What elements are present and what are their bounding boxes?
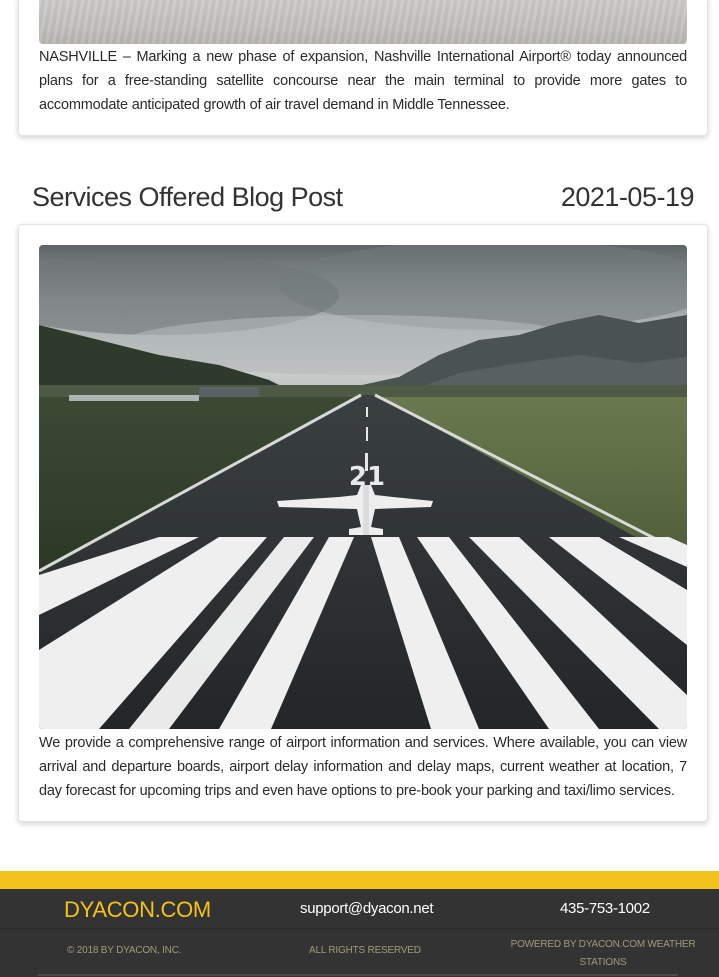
post-excerpt: NASHVILLE – Marking a new phase of expan… [39, 49, 687, 113]
site-footer: DYACON.COM support@dyacon.net 435-753-10… [0, 889, 719, 977]
footer-copyright: © 2018 BY DYACON, INC. [67, 945, 182, 956]
footer-powered-by[interactable]: POWERED BY DYACON.COM WEATHER STATIONS [510, 936, 696, 972]
footer-email-link[interactable]: support@dyacon.net [300, 900, 434, 917]
footer-divider [38, 974, 678, 976]
post-image[interactable] [39, 0, 687, 44]
post-date: 2021-05-19 [560, 182, 695, 212]
post-card: 21 We provide a comprehensive range of a… [18, 224, 708, 822]
post-image[interactable]: 21 [39, 245, 687, 729]
footer-legal-row: © 2018 BY DYACON, INC. ALL RIGHTS RESERV… [0, 929, 719, 977]
footer-contact-row: DYACON.COM support@dyacon.net 435-753-10… [0, 889, 719, 929]
post-header: Services Offered Blog Post 2021-05-19 [32, 180, 695, 220]
post-excerpt: We provide a comprehensive range of airp… [39, 735, 687, 799]
post-card: NASHVILLE – Marking a new phase of expan… [18, 0, 708, 136]
post-title[interactable]: Services Offered Blog Post [32, 182, 343, 213]
footer-accent-bar [0, 871, 719, 889]
footer-phone-link[interactable]: 435-753-1002 [560, 900, 650, 917]
footer-rights: ALL RIGHTS RESERVED [309, 945, 421, 956]
footer-brand-link[interactable]: DYACON.COM [64, 897, 211, 923]
